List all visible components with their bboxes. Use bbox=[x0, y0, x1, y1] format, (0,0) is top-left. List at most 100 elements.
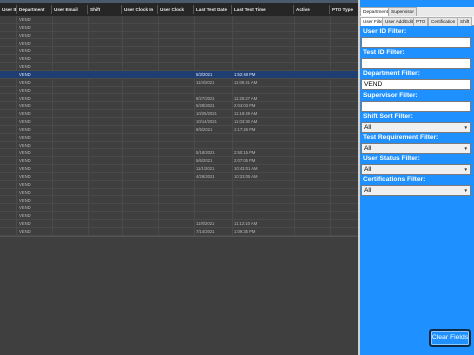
shift-sort-selected-value: All bbox=[364, 124, 372, 131]
table-row[interactable]: VEND bbox=[0, 32, 358, 40]
shift-sort-filter-label: Shift Sort Filter: bbox=[363, 113, 413, 120]
table-cell-time bbox=[232, 32, 294, 39]
table-row[interactable]: VEND bbox=[0, 47, 358, 56]
tab-department[interactable]: Department bbox=[360, 7, 392, 16]
table-cell-date bbox=[194, 63, 232, 70]
table-cell-date: 10/14/2021 bbox=[196, 119, 217, 125]
table-row[interactable]: VEND bbox=[0, 16, 358, 24]
table-cell-dept: VEND bbox=[19, 189, 31, 195]
table-cell-dept: VEND bbox=[19, 64, 31, 70]
table-cell-dept: VEND bbox=[19, 17, 31, 22]
tab-supervisor[interactable]: Supervisor bbox=[388, 7, 417, 16]
table-row[interactable]: VEND bbox=[0, 24, 358, 32]
table-cell-date bbox=[194, 47, 232, 54]
test-requirement-selected-value: All bbox=[364, 145, 372, 152]
certifications-filter-select[interactable]: All ▼ bbox=[361, 185, 471, 196]
tab-user-add-edit[interactable]: User Add/Edit bbox=[382, 17, 417, 26]
table-cell-dept: VEND bbox=[19, 181, 31, 187]
table-row[interactable]: VEND bbox=[0, 197, 358, 205]
table-cell-date bbox=[194, 197, 232, 204]
user-status-filter-select[interactable]: All ▼ bbox=[361, 164, 471, 175]
table-row[interactable]: VEND bbox=[0, 142, 358, 150]
table-row[interactable]: VEND 5/18/2021 2:50:15 PM bbox=[0, 149, 358, 158]
table-cell-dept: VEND bbox=[19, 119, 31, 125]
chevron-down-icon: ▼ bbox=[463, 188, 468, 193]
table-cell-dept: VEND bbox=[19, 103, 31, 109]
column-header-pto-type[interactable]: PTO Type bbox=[330, 3, 358, 16]
column-header-last-test-time[interactable]: Last Test Time bbox=[232, 3, 294, 16]
chevron-down-icon: ▼ bbox=[463, 146, 468, 151]
table-cell-date: 5/28/2021 bbox=[196, 103, 215, 109]
table-row[interactable]: VEND 5/6/2021 2:07:05 PM bbox=[0, 157, 358, 166]
user-data-grid[interactable]: User ID Department User Email Shift User… bbox=[0, 0, 358, 355]
table-cell-date: 5/18/2021 bbox=[196, 150, 215, 156]
tab-pto[interactable]: PTO bbox=[413, 17, 429, 26]
table-cell-date: 11/4/2021 bbox=[196, 79, 215, 85]
column-header-department[interactable]: Department bbox=[17, 3, 52, 16]
table-row[interactable]: VEND 10/14/2021 11:03:30 AM bbox=[0, 118, 358, 126]
table-row[interactable]: VEND bbox=[0, 55, 358, 64]
column-header-user-id[interactable]: User ID bbox=[0, 3, 17, 16]
table-cell-time: 1:52:48 PM bbox=[234, 71, 256, 77]
table-cell-dept: VEND bbox=[19, 95, 31, 101]
table-cell-dept: VEND bbox=[19, 174, 31, 179]
table-cell-time: 11:03:30 AM bbox=[234, 119, 258, 125]
table-cell-time bbox=[232, 197, 294, 204]
clear-fields-button[interactable]: Clear Fields bbox=[429, 329, 471, 347]
column-header-user-clock-in[interactable]: User Clock In bbox=[122, 3, 158, 16]
table-cell-time: 11:25:27 AM bbox=[234, 95, 258, 101]
certifications-filter-label: Certifications Filter: bbox=[363, 176, 426, 183]
shift-sort-filter-select[interactable]: All ▼ bbox=[361, 122, 471, 133]
table-cell-date bbox=[194, 16, 232, 23]
table-row[interactable]: VEND 11/8/2021 11:12:10 AM bbox=[0, 220, 358, 228]
table-cell-dept: VEND bbox=[19, 79, 31, 85]
department-filter-input[interactable]: VEND bbox=[361, 79, 471, 90]
table-cell-time bbox=[232, 55, 294, 62]
table-cell-date: 5/6/2021 bbox=[196, 158, 213, 164]
table-cell-time: 1:09:35 PM bbox=[234, 228, 256, 234]
table-row[interactable]: VEND 7/14/2021 1:09:35 PM bbox=[0, 228, 358, 236]
table-row[interactable]: VEND bbox=[0, 204, 358, 213]
table-row[interactable]: VEND bbox=[0, 87, 358, 95]
table-cell-time: 11:18:49 AM bbox=[234, 111, 258, 117]
table-cell-time bbox=[232, 181, 294, 188]
table-row[interactable]: VEND 8/5/2021 1:17:26 PM bbox=[0, 126, 358, 134]
tab-certification[interactable]: Certification bbox=[428, 17, 459, 26]
table-cell-dept: VEND bbox=[19, 205, 31, 211]
table-cell-dept: VEND bbox=[19, 158, 31, 164]
user-id-filter-input[interactable] bbox=[361, 37, 471, 48]
column-header-last-test-date[interactable]: Last Test Date bbox=[194, 3, 232, 16]
table-row[interactable]: VEND 4/26/2021 10:23:05 AM bbox=[0, 173, 358, 181]
table-cell-date bbox=[194, 32, 232, 39]
table-cell-date bbox=[194, 189, 232, 196]
table-row-selected[interactable]: VEND 5/3/2021 1:52:48 PM bbox=[0, 70, 358, 79]
user-status-selected-value: All bbox=[364, 166, 372, 173]
table-cell-time bbox=[232, 189, 294, 196]
column-header-user-email[interactable]: User Email bbox=[52, 3, 88, 16]
user-id-filter-label: User ID Filter: bbox=[363, 28, 407, 35]
table-row[interactable]: VEND 11/1/2021 10:43:01 AM bbox=[0, 165, 358, 173]
tab-shift[interactable]: Shift bbox=[457, 17, 473, 26]
user-status-filter-label: User Status Filter: bbox=[363, 155, 420, 162]
column-header-user-clock-out[interactable]: User Clock bbox=[158, 3, 194, 16]
test-id-filter-input[interactable] bbox=[361, 58, 471, 69]
table-row[interactable]: VEND bbox=[0, 40, 358, 48]
chevron-down-icon: ▼ bbox=[463, 125, 468, 130]
table-row[interactable]: VEND bbox=[0, 134, 358, 142]
table-row[interactable]: VEND bbox=[0, 212, 358, 221]
table-row[interactable]: VEND 10/25/2021 11:18:49 AM bbox=[0, 110, 358, 118]
column-header-shift[interactable]: Shift bbox=[88, 3, 122, 16]
table-row[interactable]: VEND bbox=[0, 63, 358, 71]
table-cell-dept: VEND bbox=[19, 40, 31, 46]
supervisor-filter-input[interactable] bbox=[361, 101, 471, 112]
table-cell-time: 1:17:26 PM bbox=[234, 126, 256, 132]
table-row[interactable]: VEND 11/4/2021 11:06:41 AM bbox=[0, 79, 358, 87]
table-row[interactable]: VEND bbox=[0, 181, 358, 189]
table-row[interactable]: VEND 8/27/2021 11:25:27 AM bbox=[0, 95, 358, 103]
test-requirement-filter-select[interactable]: All ▼ bbox=[361, 143, 471, 154]
table-cell-date bbox=[194, 87, 232, 94]
table-row[interactable]: VEND 5/28/2021 2:04:03 PM bbox=[0, 102, 358, 111]
table-row[interactable]: VEND bbox=[0, 189, 358, 197]
column-header-active[interactable]: Active bbox=[294, 3, 330, 16]
table-cell-time: 2:04:03 PM bbox=[234, 103, 256, 109]
